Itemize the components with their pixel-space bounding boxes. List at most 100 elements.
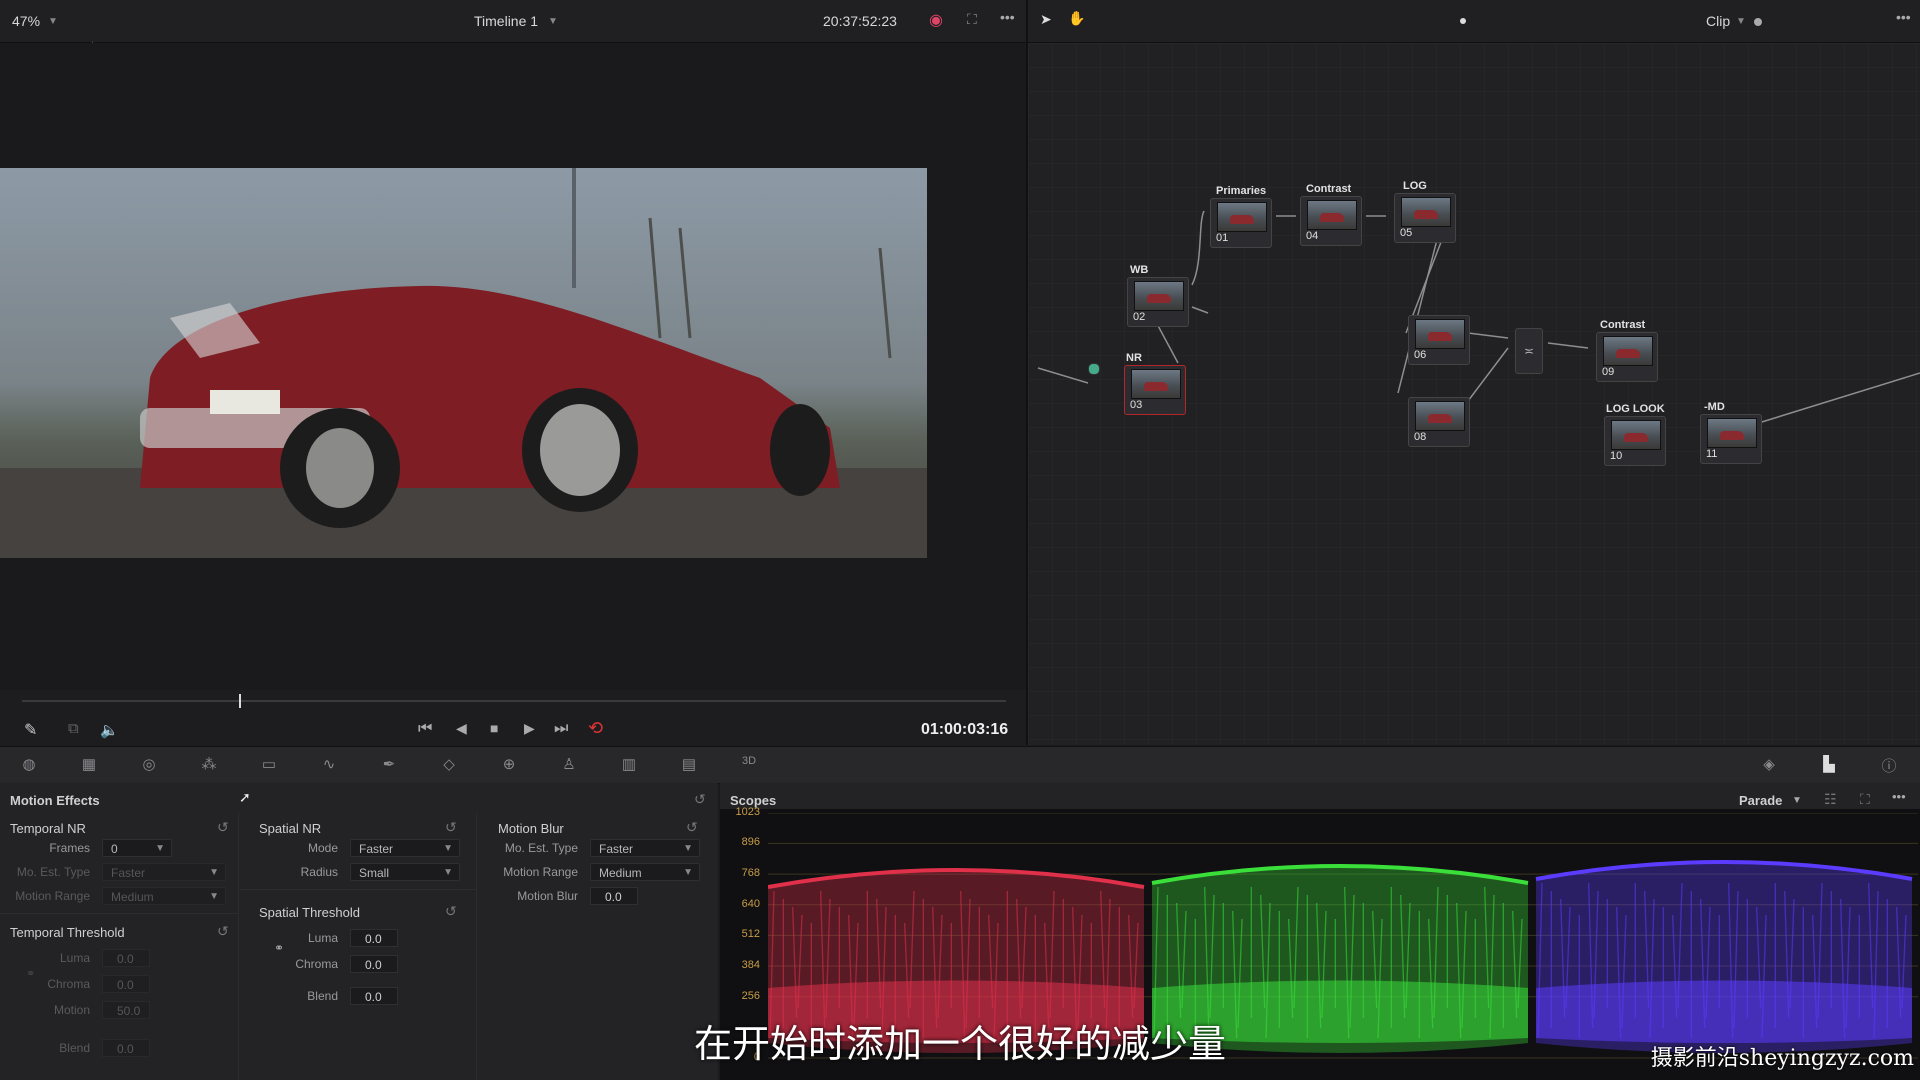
3d-icon[interactable]: 3D	[738, 755, 760, 775]
node-05[interactable]: 05	[1394, 193, 1456, 243]
chevron-down-icon[interactable]: ▼	[1792, 795, 1802, 806]
mb-mo-est-type-dropdown[interactable]: Faster ▼	[590, 839, 700, 857]
node-08[interactable]: 08	[1408, 397, 1470, 447]
node-label-contrast: Contrast	[1600, 319, 1646, 331]
reset-icon[interactable]: ↺	[686, 819, 698, 836]
scopes-icon[interactable]: ▙	[1818, 755, 1840, 775]
link-icon[interactable]: ⚭	[274, 941, 284, 955]
node-09[interactable]: 09	[1596, 332, 1658, 382]
node-06[interactable]: 06	[1408, 315, 1470, 365]
luma-field[interactable]: 0.0	[102, 949, 150, 967]
hand-tool-icon[interactable]: ✋	[1068, 10, 1085, 27]
mo-est-type-dropdown[interactable]: Faster ▼	[102, 863, 226, 881]
chroma-field[interactable]: 0.0	[102, 975, 150, 993]
record-timecode: 01:00:03:16	[921, 721, 1009, 738]
scope-tick-label: 896	[741, 836, 760, 849]
reset-icon[interactable]: ↺	[445, 903, 457, 920]
node-03[interactable]: 03	[1124, 365, 1186, 415]
volume-icon[interactable]: 🔈	[100, 721, 119, 739]
chroma-label: Chroma	[295, 957, 338, 971]
window-icon[interactable]: ◇	[438, 755, 460, 775]
fullscreen-icon[interactable]: ⛶	[1860, 791, 1870, 808]
pointer-tool-icon[interactable]: ➤	[1040, 11, 1052, 28]
reset-icon[interactable]: ↺	[694, 791, 706, 808]
chevron-down-icon: ▼	[683, 843, 693, 854]
scope-tick-label: 256	[741, 989, 760, 1002]
tracker-icon[interactable]: ⊕	[498, 755, 520, 775]
motion-effects-icon[interactable]: ▭	[258, 755, 280, 775]
magic-mask-icon[interactable]: ♙	[558, 755, 580, 775]
color-wheels-icon[interactable]: ◎	[138, 755, 160, 775]
timeline-title[interactable]: Timeline 1	[474, 13, 538, 29]
mb-motion-range-dropdown[interactable]: Medium ▼	[590, 863, 700, 881]
palette-toolbar: ◍ ▦ ◎ ⁂ ▭ ∿ ✒ ◇ ⊕ ♙ ▥ ▤ 3D ◈ ▙ ⓘ	[0, 746, 1920, 784]
spatial-chroma-field[interactable]: 0.0	[350, 955, 398, 973]
eyedropper-icon[interactable]: ✎	[24, 720, 37, 740]
spatial-luma-field[interactable]: 0.0	[350, 929, 398, 947]
keyframes-icon[interactable]: ◈	[1758, 755, 1780, 775]
motion-blur-label: Motion Blur	[517, 889, 578, 903]
key-icon[interactable]: ▤	[678, 755, 700, 775]
chevron-down-icon[interactable]: ▼	[1736, 16, 1746, 27]
stop-icon[interactable]: ■	[490, 720, 498, 736]
luma-label: Luma	[307, 931, 338, 945]
luma-label: Luma	[59, 951, 90, 965]
mode-dropdown[interactable]: Faster ▼	[350, 839, 460, 857]
clip-mode-dropdown[interactable]: Clip	[1706, 13, 1730, 29]
more-options-icon[interactable]: •••	[1892, 789, 1906, 804]
skip-to-start-icon[interactable]: ⏮	[418, 720, 432, 738]
reset-icon[interactable]: ↺	[445, 819, 457, 836]
node-01[interactable]: 01	[1210, 198, 1272, 248]
fullscreen-icon[interactable]: ⛶	[967, 11, 977, 28]
key-slider-knob[interactable]	[1754, 18, 1762, 26]
node-graph[interactable]: Primaries 01 Contrast 04 LOG 05 WB 02 NR…	[1028, 43, 1920, 745]
layer-mixer-node[interactable]: ≍	[1515, 328, 1543, 374]
mode-value: Faster	[359, 842, 394, 856]
node-10[interactable]: 10	[1604, 416, 1666, 466]
node-02[interactable]: 02	[1127, 277, 1189, 327]
parade-dropdown[interactable]: Parade	[1739, 793, 1782, 808]
skip-to-end-icon[interactable]: ⏭	[554, 720, 568, 738]
scrubber-track[interactable]	[22, 700, 1006, 702]
loop-icon[interactable]: ⟲	[588, 718, 603, 739]
play-reverse-icon[interactable]: ◀	[456, 720, 467, 737]
rgb-mixer-icon[interactable]: ⁂	[198, 755, 220, 775]
qualifier-icon[interactable]: ✒	[378, 755, 400, 775]
color-match-icon[interactable]: ▦	[78, 755, 100, 775]
viewer-frame	[0, 168, 927, 558]
chevron-down-icon: ▼	[209, 867, 219, 878]
blur-icon[interactable]: ▥	[618, 755, 640, 775]
page-dot-icon[interactable]	[1460, 18, 1466, 24]
reset-icon[interactable]: ↺	[217, 923, 229, 940]
layers-icon[interactable]: ⧉	[68, 720, 79, 737]
more-options-icon[interactable]: •••	[1000, 9, 1015, 25]
motion-range-dropdown[interactable]: Medium ▼	[102, 887, 226, 905]
node-number: 10	[1610, 450, 1623, 462]
chevron-down-icon: ▼	[443, 843, 453, 854]
mb-mo-est-type-value: Faster	[599, 842, 634, 856]
zoom-dropdown[interactable]: 47%	[12, 13, 40, 29]
transport-bar: ✎ ⧉ 🔈 ⏮ ◀ ■ ▶ ⏭ ⟲ 01:00:03:16	[0, 690, 1026, 746]
chevron-down-icon[interactable]: ▼	[548, 16, 558, 27]
node-04[interactable]: 04	[1300, 196, 1362, 246]
source-input-dot[interactable]	[1088, 363, 1100, 375]
panel-title: Motion Effects	[10, 793, 100, 808]
camera-raw-icon[interactable]: ◍	[18, 755, 40, 775]
spatial-blend-field[interactable]: 0.0	[350, 987, 398, 1005]
reset-icon[interactable]: ↺	[217, 819, 229, 836]
info-icon[interactable]: ⓘ	[1878, 755, 1900, 775]
motion-blur-field[interactable]: 0.0	[590, 887, 638, 905]
color-wheel-icon[interactable]: ◉	[929, 10, 943, 30]
curves-icon[interactable]: ∿	[318, 755, 340, 775]
radius-dropdown[interactable]: Small ▼	[350, 863, 460, 881]
node-label-primaries: Primaries	[1216, 185, 1267, 197]
play-icon[interactable]: ▶	[524, 720, 535, 737]
more-options-icon[interactable]: •••	[1896, 9, 1911, 25]
playhead[interactable]	[239, 694, 241, 708]
frames-dropdown[interactable]: 0 ▼	[102, 839, 172, 857]
scope-settings-icon[interactable]: ☷	[1824, 791, 1837, 808]
motion-range-value: Medium	[111, 890, 154, 904]
chevron-down-icon[interactable]: ▼	[48, 16, 58, 27]
spatial-threshold-heading: Spatial Threshold	[259, 905, 360, 920]
node-11[interactable]: 11	[1700, 414, 1762, 464]
